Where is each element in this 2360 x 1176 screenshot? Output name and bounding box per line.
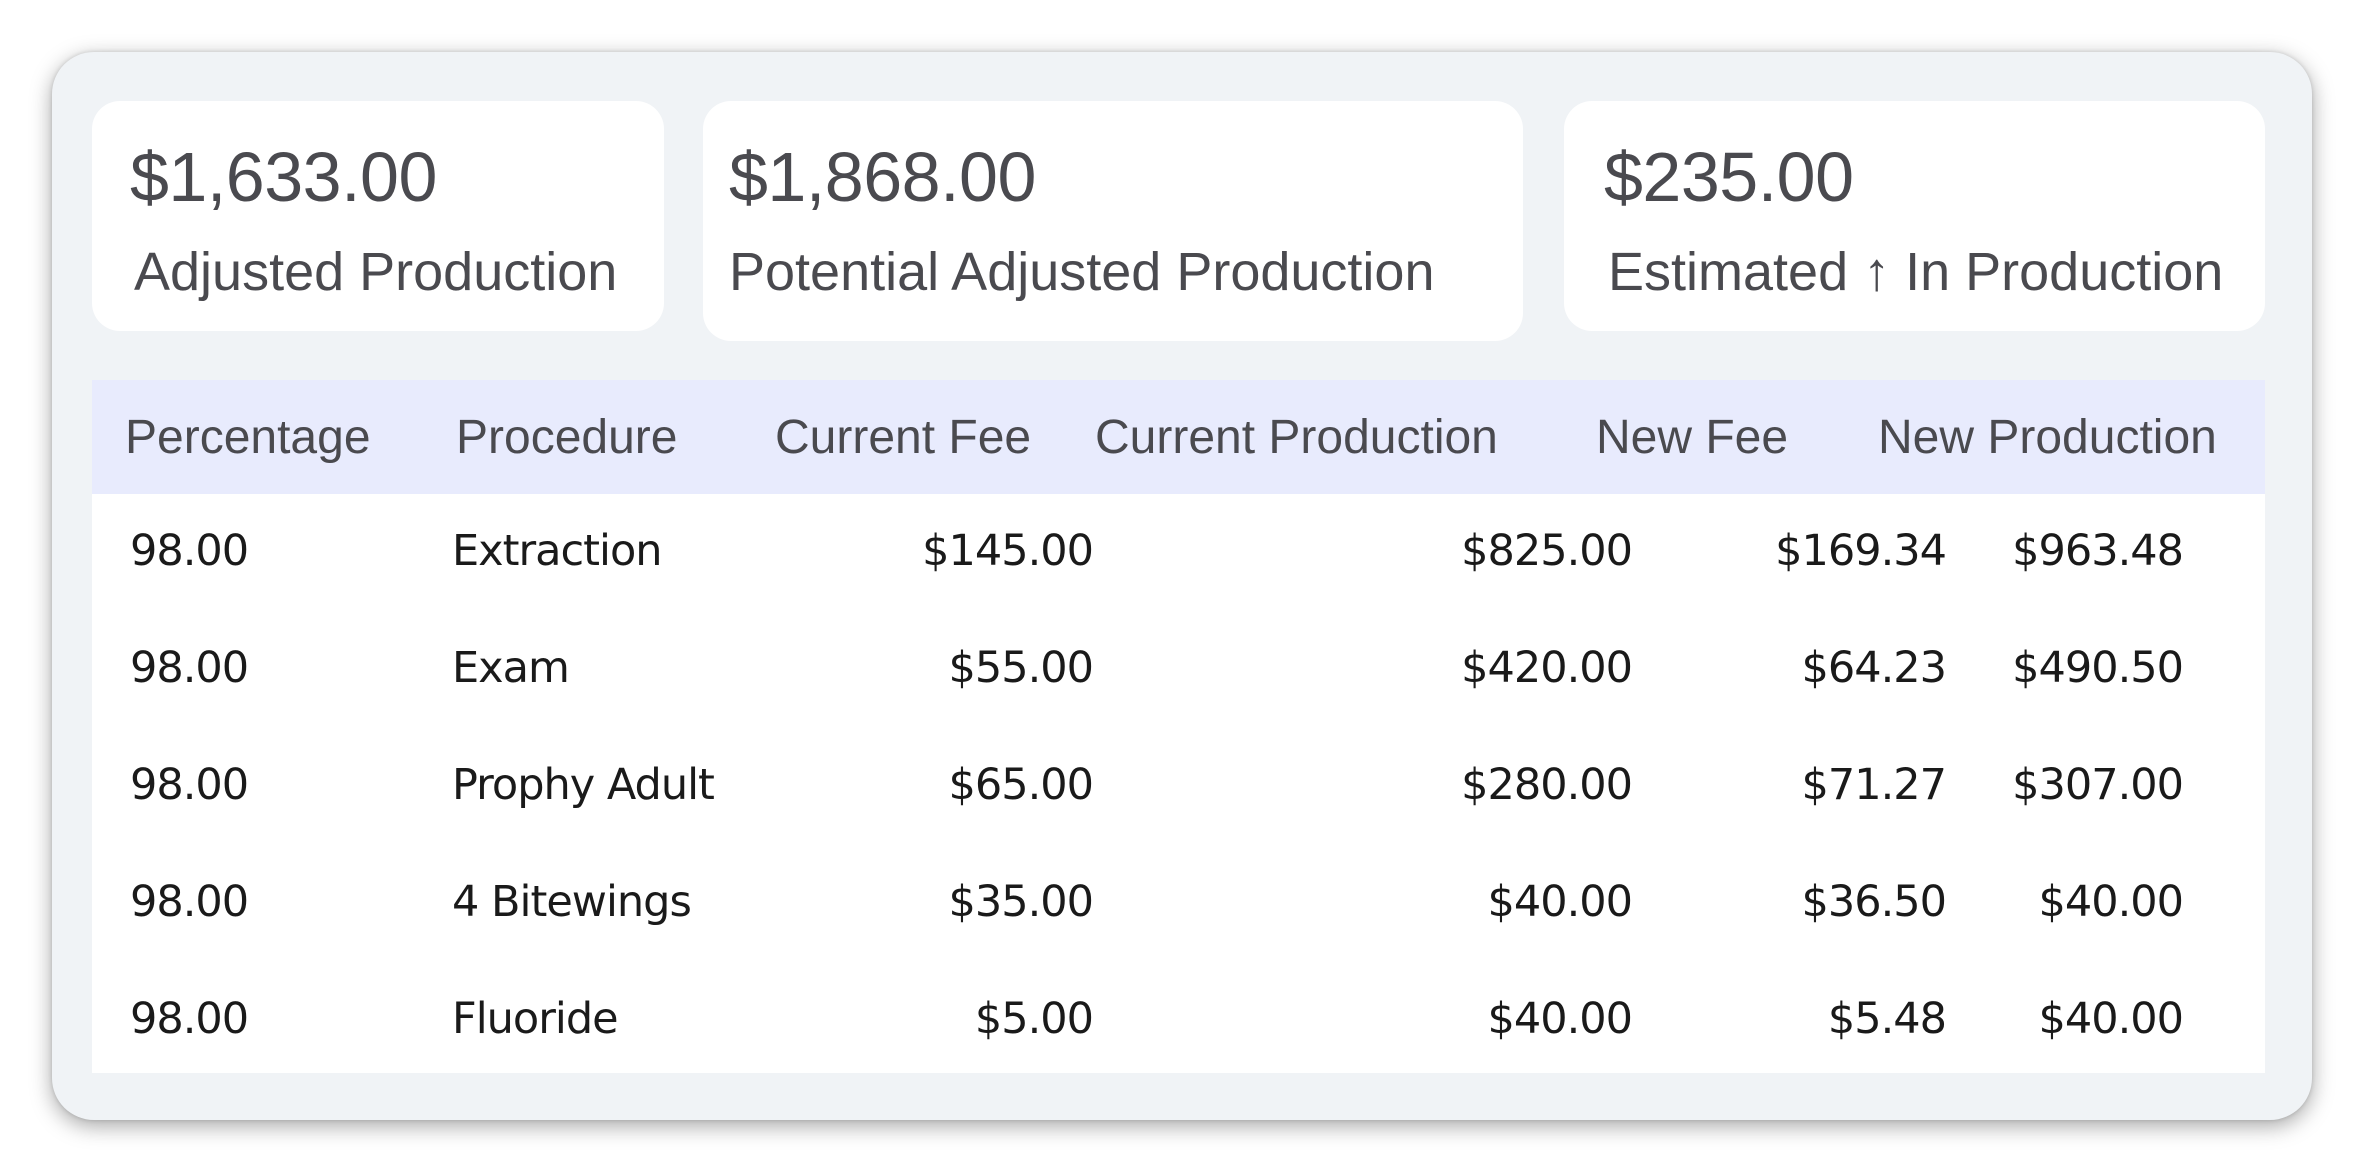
cell-current-fee: $35.00	[948, 877, 1094, 927]
cell-new-production: $40.00	[2038, 994, 2184, 1044]
cell-current-production: $825.00	[1461, 526, 1633, 576]
fee-table: Percentage Procedure Current Fee Current…	[92, 380, 2265, 1073]
table-row[interactable]: 98.00 Prophy Adult $65.00 $280.00 $71.27 $307…	[92, 728, 2265, 845]
cell-percentage: 98.00	[130, 643, 249, 693]
cell-new-production: $307.00	[2012, 760, 2184, 810]
estimated-increase-amount: $235.00	[1604, 138, 1854, 216]
cell-new-fee: $36.50	[1801, 877, 1947, 927]
adjusted-production-label: Adjusted Production	[134, 242, 618, 302]
cell-new-production: $490.50	[2012, 643, 2184, 693]
cell-procedure: Fluoride	[452, 994, 619, 1044]
header-procedure[interactable]: Procedure	[456, 410, 677, 465]
cell-new-fee: $5.48	[1827, 994, 1947, 1044]
cell-current-fee: $55.00	[948, 643, 1094, 693]
cell-percentage: 98.00	[130, 877, 249, 927]
adjusted-production-amount: $1,633.00	[130, 138, 437, 216]
header-current-fee[interactable]: Current Fee	[775, 410, 1031, 465]
cell-percentage: 98.00	[130, 994, 249, 1044]
cell-percentage: 98.00	[130, 526, 249, 576]
cell-current-production: $40.00	[1487, 994, 1633, 1044]
cell-new-fee: $169.34	[1775, 526, 1947, 576]
header-current-production[interactable]: Current Production	[1095, 410, 1498, 465]
header-percentage[interactable]: Percentage	[125, 410, 371, 465]
potential-adjusted-production-card: $1,868.00 Potential Adjusted Production	[703, 101, 1523, 341]
cell-new-fee: $64.23	[1801, 643, 1947, 693]
table-header: Percentage Procedure Current Fee Current…	[92, 380, 2265, 494]
cell-procedure: Prophy Adult	[452, 760, 715, 810]
cell-current-production: $40.00	[1487, 877, 1633, 927]
cell-current-fee: $5.00	[974, 994, 1094, 1044]
header-new-production[interactable]: New Production	[1878, 410, 2217, 465]
cell-current-production: $420.00	[1461, 643, 1633, 693]
cell-current-fee: $65.00	[948, 760, 1094, 810]
cell-new-fee: $71.27	[1801, 760, 1947, 810]
potential-adjusted-production-amount: $1,868.00	[729, 138, 1036, 216]
cell-procedure: Extraction	[452, 526, 663, 576]
cell-procedure: Exam	[452, 643, 570, 693]
adjusted-production-card: $1,633.00 Adjusted Production	[92, 101, 664, 331]
estimated-increase-label: Estimated ↑ In Production	[1608, 242, 2224, 302]
header-new-fee[interactable]: New Fee	[1596, 410, 1788, 465]
cell-procedure: 4 Bitewings	[452, 877, 692, 927]
cell-percentage: 98.00	[130, 760, 249, 810]
cell-new-production: $963.48	[2012, 526, 2184, 576]
table-row[interactable]: 98.00 Extraction $145.00 $825.00 $169.34 $963…	[92, 494, 2265, 611]
estimated-increase-card: $235.00 Estimated ↑ In Production	[1564, 101, 2265, 331]
cell-new-production: $40.00	[2038, 877, 2184, 927]
table-row[interactable]: 98.00 4 Bitewings $35.00 $40.00 $36.50 $40.00	[92, 845, 2265, 962]
cell-current-fee: $145.00	[922, 526, 1094, 576]
production-summary-panel: $1,633.00 Adjusted Production $1,868.00 …	[52, 52, 2312, 1120]
potential-adjusted-production-label: Potential Adjusted Production	[729, 242, 1435, 302]
cell-current-production: $280.00	[1461, 760, 1633, 810]
table-row[interactable]: 98.00 Exam $55.00 $420.00 $64.23 $490.50	[92, 611, 2265, 728]
table-row[interactable]: 98.00 Fluoride $5.00 $40.00 $5.48 $40.00	[92, 962, 2265, 1079]
